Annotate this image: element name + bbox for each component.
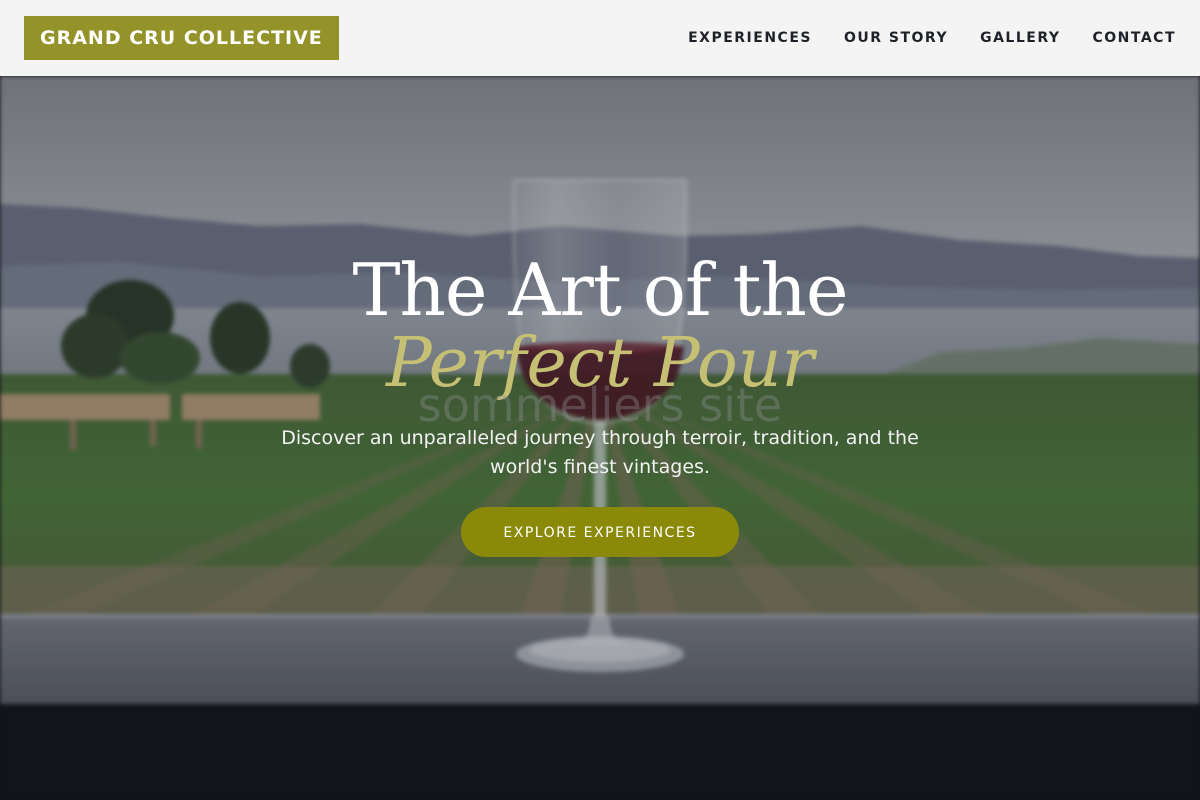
hero-subtitle: Discover an unparalleled journey through… <box>281 427 919 478</box>
nav-link-contact[interactable]: CONTACT <box>1092 30 1176 46</box>
explore-experiences-button[interactable]: EXPLORE EXPERIENCES <box>461 507 739 557</box>
nav-link-experiences[interactable]: EXPERIENCES <box>688 30 812 46</box>
watermark-text: sommeliers site <box>417 378 783 432</box>
site-header: GRAND CRU COLLECTIVE EXPERIENCES OUR STO… <box>0 0 1200 76</box>
main-nav: EXPERIENCES OUR STORY GALLERY CONTACT <box>688 0 1176 76</box>
nav-link-gallery[interactable]: GALLERY <box>980 30 1060 46</box>
hero-content: The Art of the Perfect Pour sommeliers s… <box>0 76 1200 800</box>
site-logo[interactable]: GRAND CRU COLLECTIVE <box>24 16 339 60</box>
hero-title-line1: The Art of the <box>352 248 849 332</box>
hero-section: The Art of the Perfect Pour sommeliers s… <box>0 76 1200 800</box>
nav-link-our-story[interactable]: OUR STORY <box>844 30 948 46</box>
page: GRAND CRU COLLECTIVE EXPERIENCES OUR STO… <box>0 0 1200 800</box>
